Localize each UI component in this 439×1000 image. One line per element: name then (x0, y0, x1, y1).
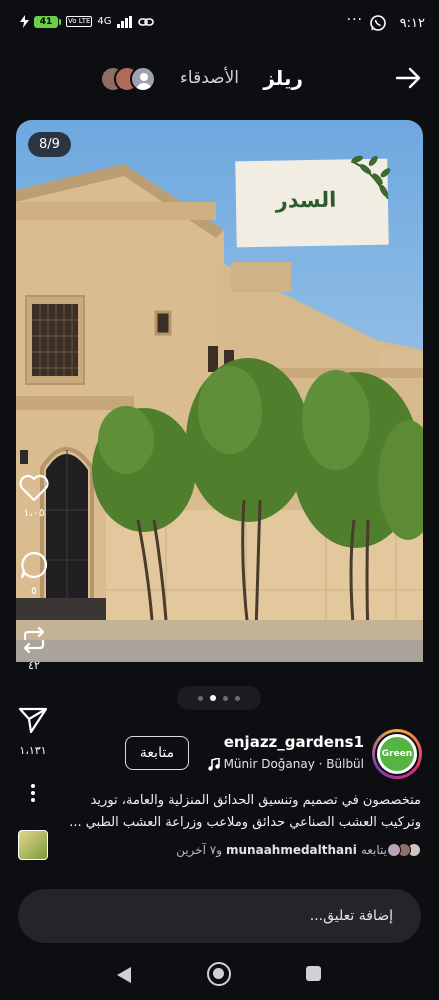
tab-reels[interactable]: ريلز (263, 66, 303, 90)
status-left: 41 Vo LTE 4G (20, 15, 154, 28)
music-note-icon (207, 757, 220, 771)
pager-dot (223, 695, 228, 701)
battery-level: 41 (34, 15, 58, 28)
author-avatar[interactable]: Green (372, 729, 422, 779)
follower-avatars (387, 843, 421, 857)
tab-friends[interactable]: الأصدقاء (180, 68, 239, 88)
signal-icon (116, 15, 132, 28)
avatar (130, 66, 156, 92)
share-count: ١،١٣١ (19, 744, 47, 757)
pager-dot-active (210, 695, 216, 701)
caption-line: وتركيب العشب الصناعي حدائق وملاعب وزراعة… (69, 815, 421, 830)
status-bar: 41 Vo LTE 4G ··· ٩:١٢ (0, 0, 439, 48)
send-icon[interactable] (18, 706, 48, 734)
reels-header: الأصدقاء ريلز (0, 56, 439, 102)
volte-badge: Vo LTE (66, 16, 93, 27)
followed-prefix: يتابعه (360, 843, 387, 857)
post-caption[interactable]: متخصصون في تصميم وتنسيق الحدائق المنزلية… (69, 790, 421, 834)
follow-button[interactable]: متابعة (125, 736, 189, 770)
friends-avatars[interactable] (100, 66, 160, 94)
more-notifications: ··· (346, 12, 363, 28)
network-type: 4G (97, 16, 112, 27)
comment-box[interactable] (18, 889, 421, 943)
more-options-icon[interactable] (28, 784, 38, 808)
comment-action[interactable]: ٥ (16, 550, 52, 597)
repost-icon[interactable] (19, 625, 49, 655)
nav-back-icon[interactable] (116, 966, 132, 984)
music-info[interactable]: Münir Doğanay · Bülbül (207, 757, 364, 771)
system-nav-bar (0, 950, 439, 1000)
like-action[interactable]: ١،٠٥ (16, 474, 52, 519)
arrow-right-icon[interactable] (395, 66, 423, 90)
pager-dot (235, 695, 240, 701)
slide-counter: 8/9 (28, 132, 71, 157)
music-title: Münir Doğanay · Bülbül (223, 757, 364, 771)
label-card: السدر (235, 155, 391, 248)
follower-name: munaahmedalthani (226, 843, 357, 857)
share-action[interactable]: ١،١٣١ (18, 706, 48, 757)
repost-action[interactable]: ٤٢ (16, 625, 52, 672)
clock: ٩:١٢ (399, 16, 425, 31)
nav-recents-icon[interactable] (306, 966, 321, 981)
whatsapp-icon (370, 15, 386, 31)
repost-count: ٤٢ (28, 659, 40, 672)
followed-by[interactable]: يتابعه munaahmedalthani و٧ آخرين (176, 843, 421, 857)
author-username[interactable]: enjazz_gardens1 (224, 733, 364, 751)
slide-pager[interactable] (177, 686, 261, 710)
like-count: ١،٠٥ (23, 506, 45, 519)
bolt-icon (20, 15, 29, 28)
comment-input[interactable] (18, 889, 421, 943)
nav-home-icon[interactable] (207, 962, 231, 986)
brand-logo: Green (380, 737, 414, 771)
link-icon (137, 17, 154, 26)
comment-count: ٥ (31, 584, 37, 597)
pager-dot (198, 695, 203, 701)
heart-icon[interactable] (19, 474, 49, 502)
caption-line: متخصصون في تصميم وتنسيق الحدائق المنزلية… (90, 793, 421, 808)
followed-suffix: و٧ آخرين (176, 843, 222, 857)
leaf-icon (350, 155, 391, 200)
comment-bubble-icon[interactable] (19, 550, 49, 580)
audio-thumbnail[interactable] (18, 830, 48, 860)
post-image[interactable]: 8/9 السدر (16, 120, 423, 662)
battery-indicator: 41 (34, 15, 61, 28)
